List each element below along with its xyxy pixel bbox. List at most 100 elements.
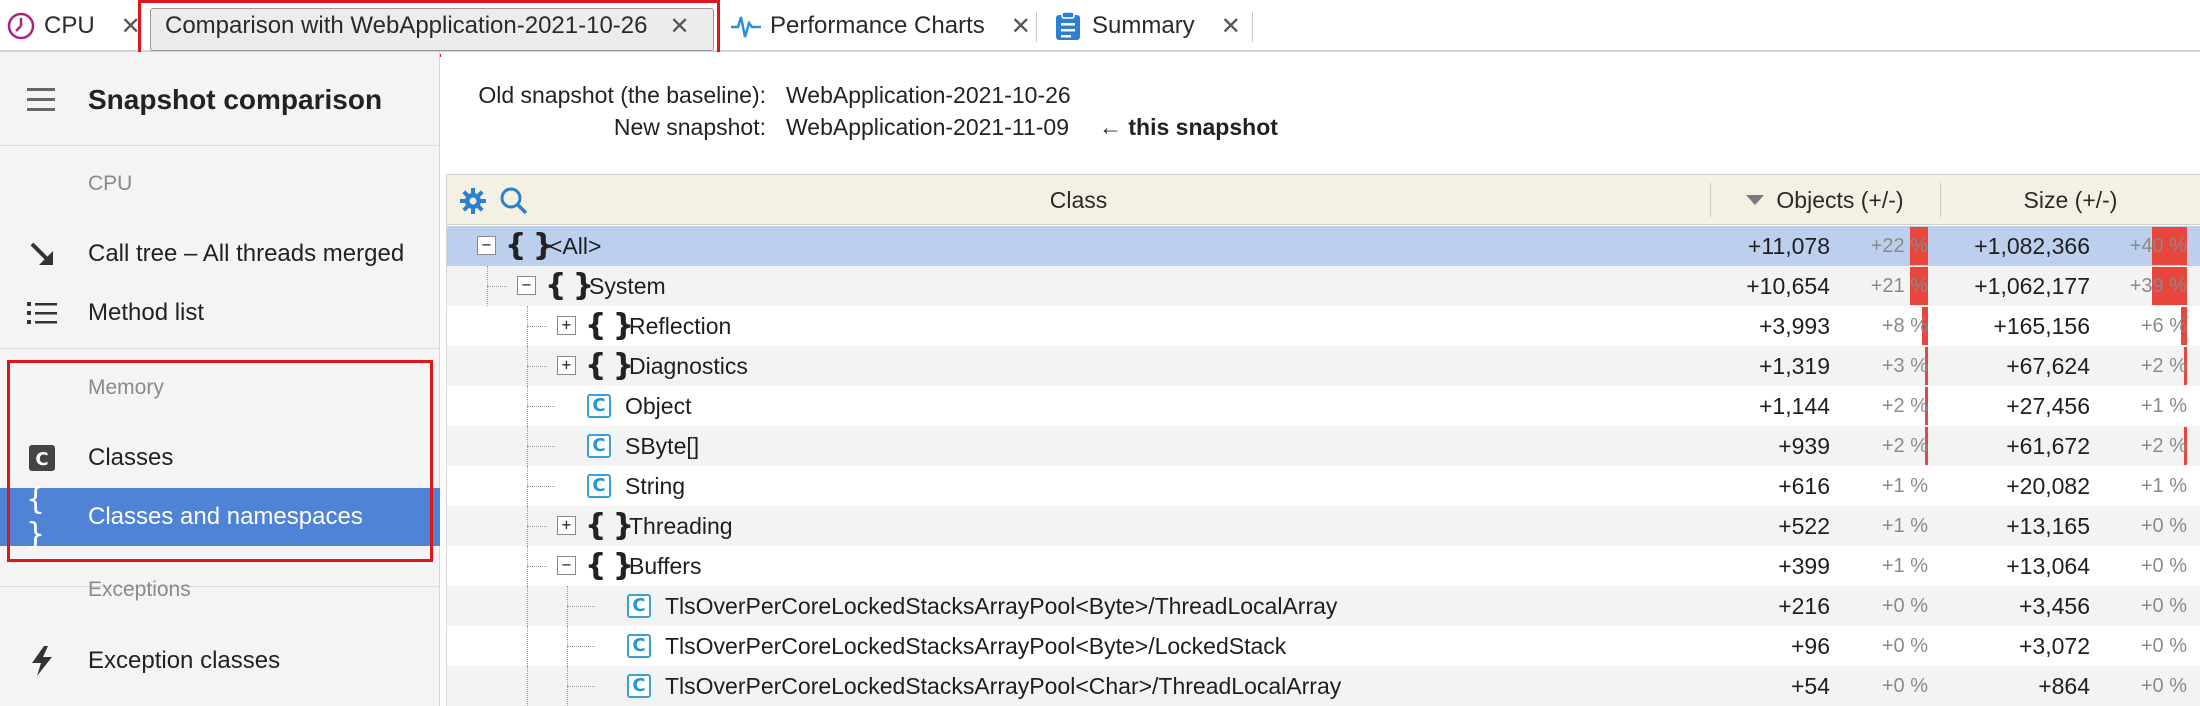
size-delta: +67,624 [2006,352,2090,379]
class-name: Threading [629,512,733,539]
collapse-icon[interactable]: − [557,556,576,575]
size-percent: +39 % [2129,274,2187,297]
class-c-icon: C [627,674,651,698]
objects-percent: +3 % [1881,354,1928,377]
objects-delta: +1,319 [1759,352,1830,379]
size-delta: +3,072 [2019,632,2090,659]
column-header-objects[interactable]: Objects (+/-) [1710,175,1940,225]
tab-cpu[interactable]: CPU ✕ [6,0,141,52]
namespace-braces-icon: { } [585,348,634,383]
objects-delta: +522 [1778,512,1830,539]
size-delta: +165,156 [1993,312,2090,339]
size-percent: +0 % [2140,634,2187,657]
sidebar: Snapshot comparison CPU Call tree – All … [0,52,440,706]
section-exceptions: Exceptions [88,578,191,601]
table-row[interactable]: + { } Reflection +3,993 +8 % +165,156 +6 % [447,306,2200,346]
objects-percent: +2 % [1881,394,1928,417]
size-percent: +1 % [2140,394,2187,417]
tab-summary[interactable]: Summary ✕ [1054,0,1241,52]
table-row[interactable]: −{ } System +10,654 +21 % +1,062,177 +39 % [447,266,2200,306]
expand-icon[interactable]: + [557,356,576,375]
expand-icon[interactable]: + [557,316,576,335]
tab-performance-charts[interactable]: Performance Charts ✕ [730,0,1031,52]
size-delta: +864 [2038,672,2090,699]
sidebar-item-exception-classes[interactable]: Exception classes [0,632,440,690]
size-percent: +2 % [2140,354,2187,377]
tree-connector [527,306,528,346]
performance-chart-icon [731,16,761,38]
tree-connector [527,386,528,426]
class-c-icon: C [587,394,611,418]
sidebar-item-label: Method list [88,299,205,326]
main-panel: Old snapshot (the baseline): WebApplicat… [441,52,2200,706]
table-row[interactable]: C String +616 +1 % +20,082 +1 % [447,466,2200,506]
class-name: Reflection [629,312,732,339]
tree-connector [487,266,488,306]
expand-icon[interactable]: + [557,516,576,535]
table-row[interactable]: C SByte[] +939 +2 % +61,672 +2 % [447,426,2200,466]
size-percent: +6 % [2140,314,2187,337]
size-percent: +1 % [2140,474,2187,497]
column-header-class[interactable]: Class [447,175,1710,225]
lightning-icon [26,645,58,677]
size-delta: +1,062,177 [1974,272,2090,299]
sidebar-item-method-list[interactable]: Method list [0,284,440,342]
namespace-braces-icon: { } [505,228,554,263]
close-icon[interactable]: ✕ [1221,12,1241,41]
column-header-label: Size (+/-) [2023,186,2118,213]
objects-percent: +1 % [1881,474,1928,497]
size-delta: +27,456 [2006,392,2090,419]
table-row[interactable]: −{ } <All> +11,078 +22 % +1,082,366 +40 % [447,226,2200,266]
namespace-braces-icon: { } [585,308,634,343]
objects-delta: +939 [1778,432,1830,459]
class-name: Buffers [629,552,702,579]
sort-desc-icon [1746,195,1765,205]
table-row[interactable]: C TlsOverPerCoreLockedStacksArrayPool<Cha… [447,666,2200,706]
table-row[interactable]: + { } Diagnostics +1,319 +3 % +67,624 +2 % [447,346,2200,386]
objects-percent: +0 % [1881,594,1928,617]
collapse-icon[interactable]: − [477,236,496,255]
table-row[interactable]: C Object +1,144 +2 % +27,456 +1 % [447,386,2200,426]
objects-delta: +54 [1790,672,1830,699]
sidebar-header: Snapshot comparison [0,52,440,146]
objects-delta: +96 [1790,632,1830,659]
size-delta: +1,082,366 [1974,232,2090,259]
tree-connector [527,426,528,466]
tree-connector [527,466,528,506]
column-header-size[interactable]: Size (+/-) [1940,175,2200,225]
class-name: <All> [549,232,602,259]
size-percent: +40 % [2129,234,2187,257]
class-name: Object [625,392,692,419]
size-percent: +0 % [2140,514,2187,537]
tree-connector [527,546,528,586]
size-percent: +0 % [2140,674,2187,697]
list-icon [26,297,58,329]
class-c-icon: C [587,474,611,498]
objects-percent: +0 % [1881,674,1928,697]
section-cpu: CPU [88,172,133,195]
collapse-icon[interactable]: − [517,276,536,295]
objects-delta: +3,993 [1759,312,1830,339]
column-header-label: Class [1049,186,1108,213]
hamburger-menu-icon[interactable] [27,88,55,111]
new-snapshot-value: WebApplication-2021-11-09 [786,114,1069,140]
namespace-braces-icon: { } [545,268,594,303]
sidebar-item-call-tree[interactable]: Call tree – All threads merged [0,225,440,283]
close-icon[interactable]: ✕ [1011,12,1031,41]
size-delta: +3,456 [2019,592,2090,619]
table-row[interactable]: + { } Threading +522 +1 % +13,165 +0 % [447,506,2200,546]
tree-connector [527,326,547,327]
this-snapshot-marker: ← this snapshot [1099,114,1278,140]
class-c-icon: C [627,594,651,618]
class-name: TlsOverPerCoreLockedStacksArrayPool<Byte… [665,632,1287,659]
objects-delta: +10,654 [1746,272,1830,299]
objects-percent: +22 % [1870,234,1928,257]
tree-connector [527,486,555,487]
table-row[interactable]: −{ } Buffers +399 +1 % +13,064 +0 % [447,546,2200,586]
table-row[interactable]: C TlsOverPerCoreLockedStacksArrayPool<Byt… [447,626,2200,666]
table-row[interactable]: C TlsOverPerCoreLockedStacksArrayPool<Byt… [447,586,2200,626]
tree-connector [527,586,528,626]
objects-delta: +399 [1778,552,1830,579]
tree-connector [567,666,568,706]
tree-connector [567,586,568,626]
